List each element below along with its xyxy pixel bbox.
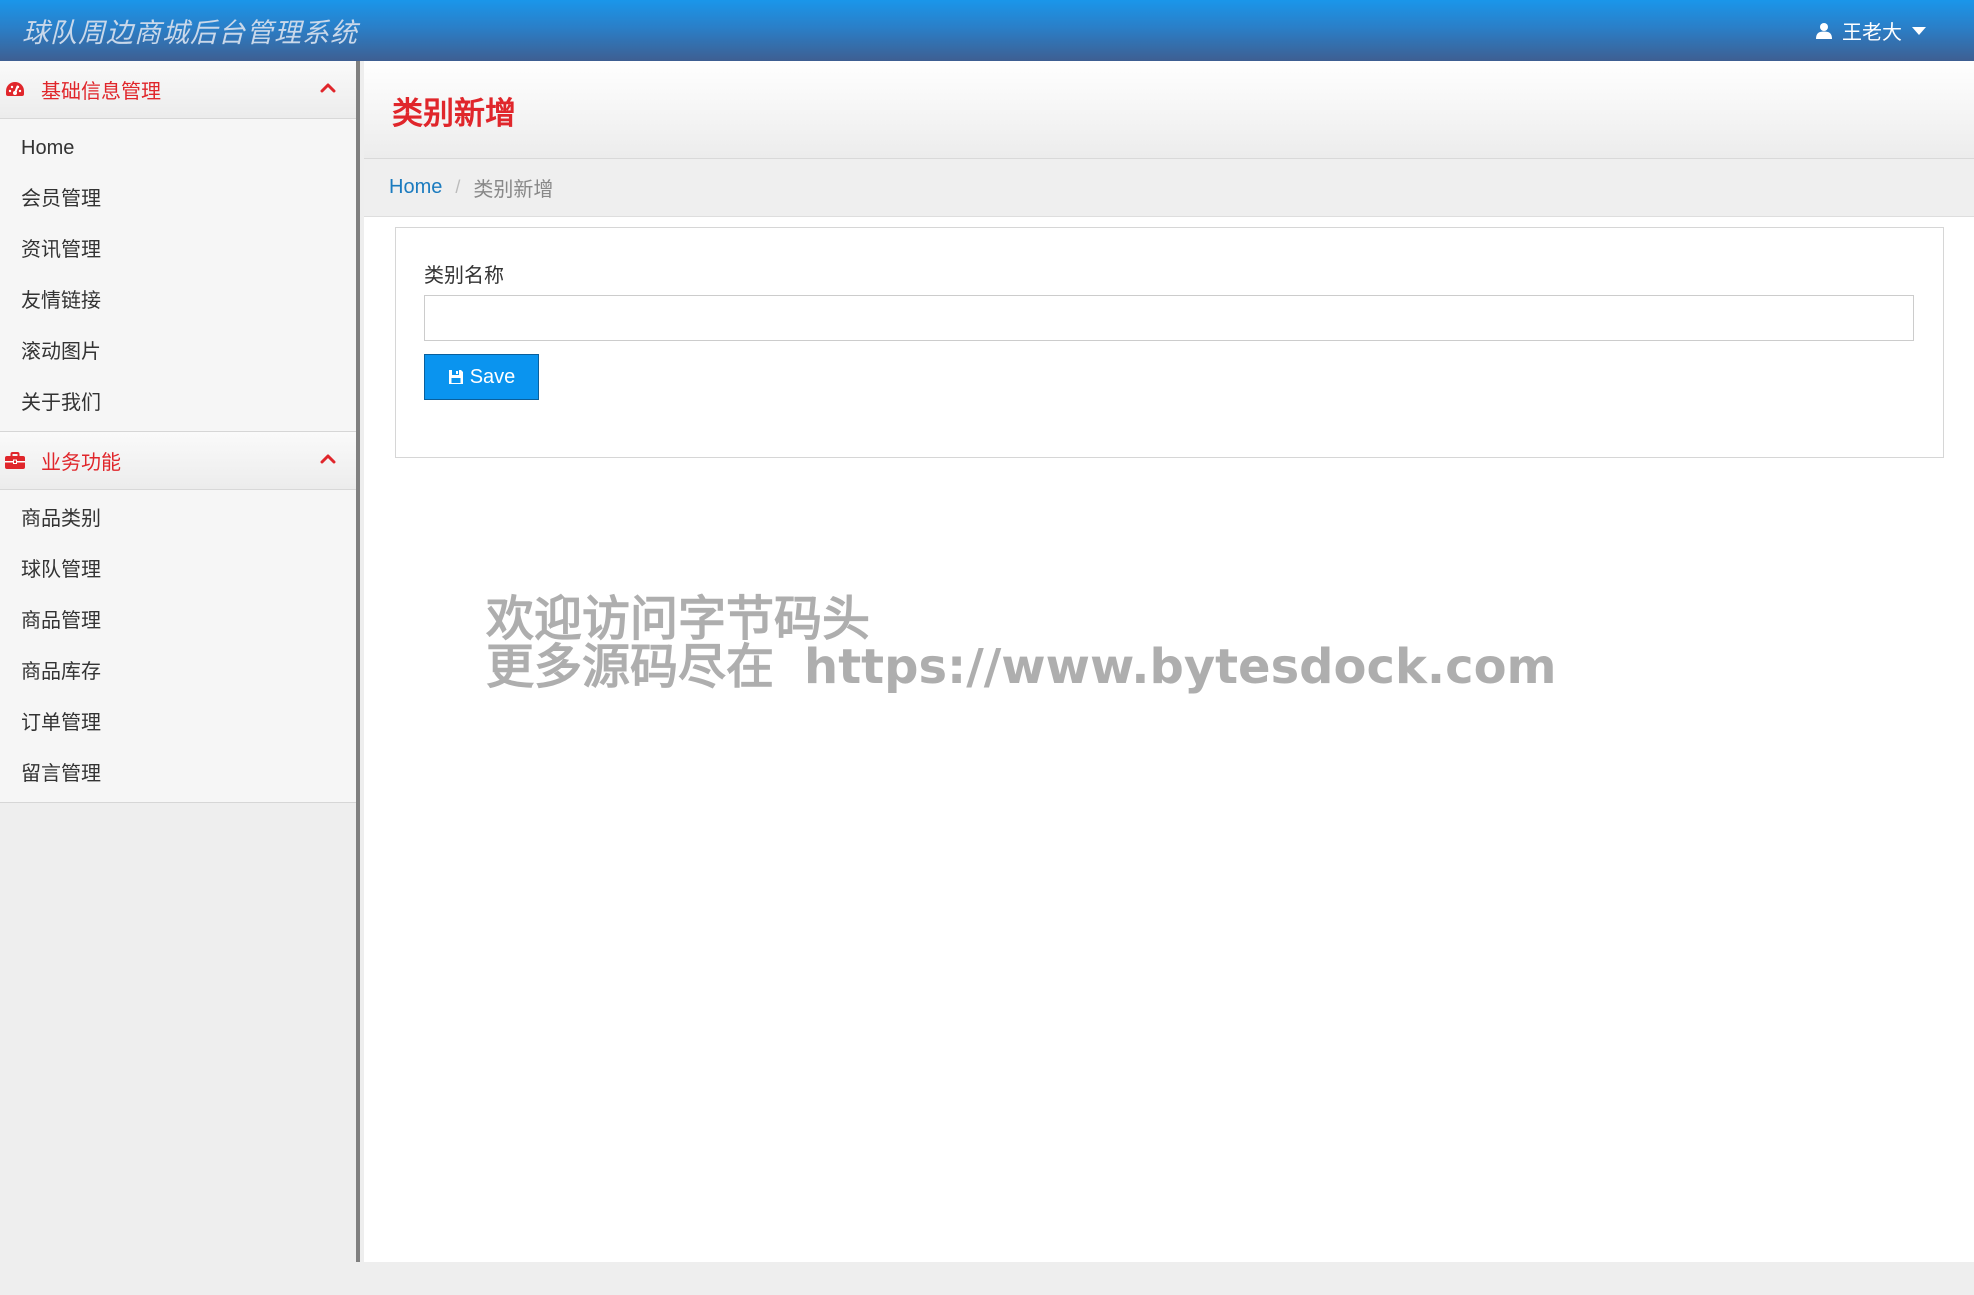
user-name: 王老大	[1842, 22, 1902, 44]
floppy-disk-icon	[448, 369, 464, 385]
breadcrumb-separator: /	[455, 177, 461, 197]
sidebar-group-business[interactable]: 业务功能	[0, 432, 356, 490]
chevron-up-icon[interactable]	[320, 452, 336, 464]
sidebar-item-messages[interactable]: 留言管理	[0, 749, 356, 800]
sidebar-group-basic-info[interactable]: 基础信息管理	[0, 61, 356, 119]
sidebar-item-about[interactable]: 关于我们	[0, 378, 356, 429]
save-button-label: Save	[469, 365, 516, 388]
briefcase-icon	[5, 452, 29, 469]
sidebar-group-label: 业务功能	[41, 452, 121, 474]
sidebar-group-business-items: 商品类别 球队管理 商品管理 商品库存 订单管理 留言管理	[0, 490, 356, 803]
breadcrumb-home-link[interactable]: Home	[389, 176, 442, 199]
sidebar-item-inventory[interactable]: 商品库存	[0, 647, 356, 698]
app-title: 球队周边商城后台管理系统	[22, 18, 358, 49]
save-button[interactable]: Save	[424, 354, 539, 400]
page-title: 类别新增	[392, 96, 516, 131]
sidebar-item-orders[interactable]: 订单管理	[0, 698, 356, 749]
user-icon	[1816, 22, 1832, 39]
sidebar-group-label: 基础信息管理	[41, 81, 161, 103]
chevron-up-icon[interactable]	[320, 81, 336, 93]
dashboard-icon	[5, 81, 29, 99]
breadcrumb-current: 类别新增	[473, 179, 554, 201]
top-navbar: 球队周边商城后台管理系统 王老大	[0, 0, 1974, 61]
sidebar-item-products[interactable]: 商品管理	[0, 596, 356, 647]
category-form-panel: 类别名称 Save	[395, 227, 1944, 458]
sidebar-group-basic-info-items: Home 会员管理 资讯管理 友情链接 滚动图片 关于我们	[0, 119, 356, 432]
sidebar-item-links[interactable]: 友情链接	[0, 276, 356, 327]
sidebar: 基础信息管理 Home 会员管理 资讯管理 友情链接 滚动图片 关于我们 业务功…	[0, 61, 360, 1262]
category-name-label: 类别名称	[424, 265, 504, 287]
page-header: 类别新增	[364, 61, 1974, 159]
sidebar-item-product-category[interactable]: 商品类别	[0, 494, 356, 545]
sidebar-item-members[interactable]: 会员管理	[0, 174, 356, 225]
user-menu-toggle[interactable]: 王老大	[1816, 16, 1926, 45]
main-content: 类别新增 Home / 类别新增 类别名称 Save	[364, 61, 1974, 1262]
sidebar-item-news[interactable]: 资讯管理	[0, 225, 356, 276]
caret-down-icon	[1912, 26, 1926, 36]
bottom-strip	[0, 1262, 1974, 1295]
sidebar-item-team[interactable]: 球队管理	[0, 545, 356, 596]
category-name-input[interactable]	[424, 295, 1914, 341]
sidebar-item-home[interactable]: Home	[0, 123, 356, 174]
breadcrumb: Home / 类别新增	[364, 159, 1974, 217]
sidebar-item-carousel[interactable]: 滚动图片	[0, 327, 356, 378]
